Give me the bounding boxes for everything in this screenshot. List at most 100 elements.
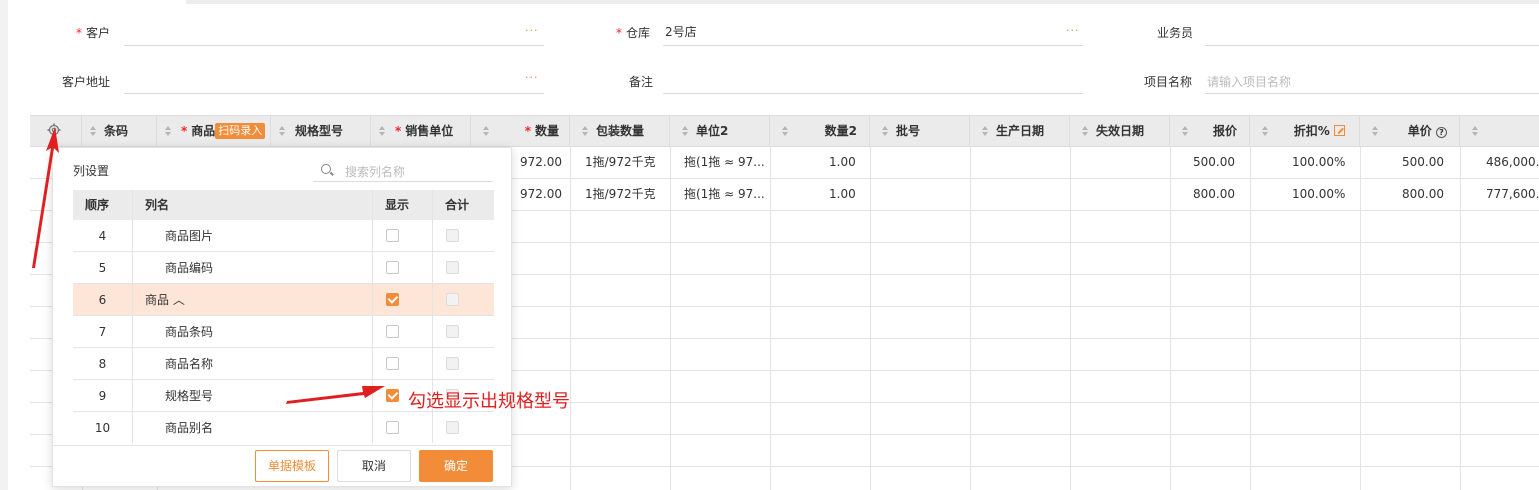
customer-field[interactable] <box>124 45 544 46</box>
sort-icon[interactable] <box>882 126 888 137</box>
cell-unit-price[interactable]: 800.00 <box>1402 179 1444 210</box>
cell-discount[interactable]: 100.00% <box>1292 147 1345 178</box>
column-name: 规格型号 <box>165 389 214 403</box>
help-icon[interactable]: ? <box>1436 127 1447 138</box>
show-checkbox[interactable] <box>386 357 399 370</box>
sort-icon[interactable] <box>1182 126 1188 137</box>
column-row[interactable]: 8 商品名称 <box>73 348 494 380</box>
sort-icon[interactable] <box>90 126 96 137</box>
column-row[interactable]: 7 商品条码 <box>73 316 494 348</box>
total-checkbox[interactable] <box>446 325 459 338</box>
grid-header: 条码 * 商品 扫码录入 规格型号 * 销售单位 * 数量 包装数量 单位2 数量2 批… <box>30 115 1539 147</box>
search-icon <box>321 164 331 174</box>
header-batch[interactable]: 批号 <box>870 116 970 147</box>
total-checkbox[interactable] <box>446 261 459 274</box>
header-qty[interactable]: * 数量 <box>471 116 570 147</box>
cell-unit-price[interactable]: 500.00 <box>1402 147 1444 178</box>
cell-discount[interactable]: 100.00% <box>1292 179 1345 210</box>
cell-qty[interactable]: 972.00 <box>520 179 562 210</box>
column-row[interactable]: 5 商品编码 <box>73 252 494 284</box>
column-name: 商品图片 <box>165 229 214 243</box>
cell-qty[interactable]: 972.00 <box>520 147 562 178</box>
cell-unit2[interactable]: 拖(1拖 ≈ 97... <box>684 147 765 178</box>
cell-pack-qty[interactable]: 1拖/972千克 <box>585 147 656 178</box>
cell-unit2[interactable]: 拖(1拖 ≈ 97... <box>684 179 765 210</box>
sort-icon[interactable] <box>782 126 788 137</box>
address-more-icon[interactable]: ··· <box>525 71 539 84</box>
salesman-field[interactable] <box>1205 45 1539 46</box>
total-checkbox[interactable] <box>446 421 459 434</box>
cell-pack-qty[interactable]: 1拖/972千克 <box>585 179 656 210</box>
column-settings-popup: 列设置 搜索列名称 顺序 列名 显示 合计 4 商品图片 5 商品编码 6 商品 ︿ 7 商品… <box>52 147 512 487</box>
show-checkbox[interactable] <box>386 293 399 306</box>
show-checkbox[interactable] <box>386 325 399 338</box>
show-checkbox[interactable] <box>386 389 399 402</box>
confirm-button[interactable]: 确定 <box>419 450 493 482</box>
sort-icon[interactable] <box>982 126 988 137</box>
header-qty2[interactable]: 数量2 <box>770 116 870 147</box>
sales-order-page: * 客户 ··· * 仓库 2号店 ··· 业务员 客户地址 ··· 备注 项目名称… <box>8 0 1539 490</box>
cell-quote[interactable]: 800.00 <box>1193 179 1235 210</box>
doc-template-button[interactable]: 单据模板 <box>255 450 329 482</box>
customer-more-icon[interactable]: ··· <box>525 24 539 37</box>
cell-qty2[interactable]: 1.00 <box>829 147 856 178</box>
sort-icon[interactable] <box>1372 126 1378 137</box>
sort-icon[interactable] <box>379 126 385 137</box>
sort-icon[interactable] <box>1262 126 1268 137</box>
header-unit-price[interactable]: 单价 ? <box>1360 116 1460 147</box>
header-amount[interactable]: 金额 <box>1460 116 1539 147</box>
grid-line <box>1250 147 1251 490</box>
project-label: 项目名称 <box>1144 75 1193 89</box>
show-checkbox[interactable] <box>386 229 399 242</box>
total-checkbox[interactable] <box>446 229 459 242</box>
sort-icon[interactable] <box>582 126 588 137</box>
remark-field[interactable] <box>663 93 1083 94</box>
cell-amount[interactable]: 486,000.00 <box>1486 147 1539 178</box>
header-prod-date[interactable]: 生产日期 <box>970 116 1070 147</box>
column-order: 5 <box>98 261 107 275</box>
show-checkbox[interactable] <box>386 421 399 434</box>
column-row[interactable]: 4 商品图片 <box>73 220 494 252</box>
total-checkbox[interactable] <box>446 293 459 306</box>
sort-icon[interactable] <box>1472 126 1478 137</box>
grid-line <box>1360 147 1361 490</box>
sort-icon[interactable] <box>483 126 489 137</box>
column-list-header: 顺序 列名 显示 合计 <box>73 190 494 220</box>
show-checkbox[interactable] <box>386 261 399 274</box>
sort-icon[interactable] <box>1082 126 1088 137</box>
warehouse-more-icon[interactable]: ··· <box>1066 24 1080 37</box>
active-tab[interactable] <box>8 0 186 4</box>
address-field[interactable] <box>124 93 544 94</box>
edit-icon[interactable] <box>1334 125 1345 136</box>
header-discount[interactable]: 折扣% <box>1250 116 1360 147</box>
header-quote[interactable]: 报价 <box>1170 116 1250 147</box>
sort-icon[interactable] <box>682 126 688 137</box>
header-barcode[interactable]: 条码 <box>82 116 157 147</box>
project-input[interactable]: 请输入项目名称 <box>1207 73 1291 90</box>
cell-amount[interactable]: 777,600.00 <box>1486 179 1539 210</box>
header-exp-date[interactable]: 失效日期 <box>1070 116 1170 147</box>
column-search-input[interactable]: 搜索列名称 <box>313 158 493 182</box>
header-spec[interactable]: 规格型号 <box>271 116 371 147</box>
column-order: 4 <box>98 229 107 243</box>
cancel-button[interactable]: 取消 <box>337 450 411 482</box>
column-row[interactable]: 6 商品 ︿ <box>73 284 494 316</box>
total-checkbox[interactable] <box>446 357 459 370</box>
column-settings-cell[interactable] <box>30 116 82 147</box>
header-sales-unit[interactable]: * 销售单位 <box>371 116 471 147</box>
sort-icon[interactable] <box>279 126 285 137</box>
remark-label: 备注 <box>629 75 654 89</box>
column-row[interactable]: 10 商品别名 <box>73 412 494 443</box>
header-unit2[interactable]: 单位2 <box>670 116 770 147</box>
warehouse-field[interactable]: 2号店 <box>665 23 697 40</box>
cell-quote[interactable]: 500.00 <box>1193 147 1235 178</box>
header-product[interactable]: * 商品 扫码录入 <box>157 116 271 147</box>
scan-entry-button[interactable]: 扫码录入 <box>215 123 266 139</box>
table-divider <box>372 190 373 443</box>
cell-qty2[interactable]: 1.00 <box>829 179 856 210</box>
popup-footer-divider <box>53 445 511 446</box>
gear-icon[interactable] <box>47 123 61 137</box>
grid-line <box>1460 147 1461 490</box>
sort-icon[interactable] <box>165 126 171 137</box>
header-pack-qty[interactable]: 包装数量 <box>570 116 670 147</box>
